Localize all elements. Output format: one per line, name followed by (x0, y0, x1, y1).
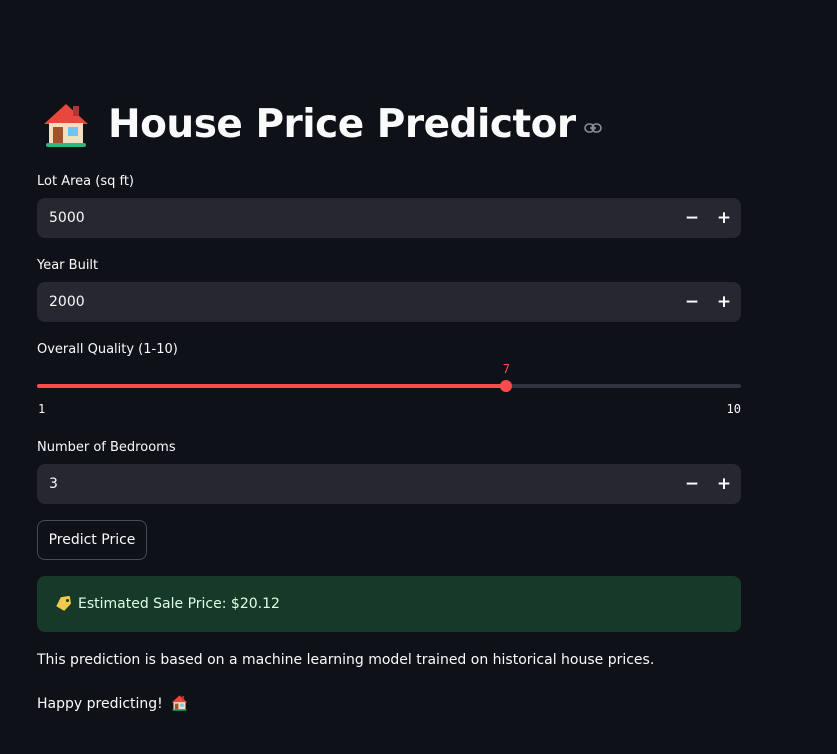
quality-slider-thumb[interactable] (500, 380, 513, 392)
bedrooms-decrement-button[interactable]: − (677, 468, 707, 500)
quality-slider-max: 10 (726, 402, 741, 416)
lot-area-label: Lot Area (sq ft) (37, 174, 134, 189)
page-title: House Price Predictor (42, 100, 602, 148)
link-icon[interactable] (583, 122, 602, 134)
footer-text: Happy predicting! (37, 696, 163, 712)
lot-area-decrement-button[interactable]: − (677, 202, 707, 234)
lot-area-value[interactable]: 5000 (49, 198, 85, 238)
year-built-value[interactable]: 2000 (49, 282, 85, 322)
bedrooms-input[interactable]: 3 − + (37, 464, 741, 504)
quality-slider-label: Overall Quality (1-10) (37, 342, 178, 357)
info-paragraph: This prediction is based on a machine le… (37, 652, 655, 668)
year-built-input[interactable]: 2000 − + (37, 282, 741, 322)
page-title-text: House Price Predictor (108, 101, 576, 147)
year-built-decrement-button[interactable]: − (677, 286, 707, 318)
price-tag-icon (56, 596, 72, 611)
result-success-box: Estimated Sale Price: $20.12 (37, 576, 741, 632)
result-text: Estimated Sale Price: $20.12 (78, 596, 280, 612)
quality-slider-fill (37, 384, 507, 388)
predict-price-button[interactable]: Predict Price (37, 520, 147, 560)
footer-paragraph: Happy predicting! (37, 694, 188, 712)
bedrooms-increment-button[interactable]: + (709, 468, 739, 500)
year-built-increment-button[interactable]: + (709, 286, 739, 318)
quality-slider-min: 1 (38, 402, 46, 416)
lot-area-increment-button[interactable]: + (709, 202, 739, 234)
quality-slider-track[interactable] (37, 380, 741, 392)
bedrooms-value[interactable]: 3 (49, 464, 58, 504)
house-icon (44, 104, 88, 147)
quality-slider-value: 7 (502, 362, 510, 376)
year-built-label: Year Built (37, 258, 99, 273)
lot-area-input[interactable]: 5000 − + (37, 198, 741, 238)
bedrooms-label: Number of Bedrooms (37, 440, 176, 455)
house-icon (171, 695, 188, 711)
